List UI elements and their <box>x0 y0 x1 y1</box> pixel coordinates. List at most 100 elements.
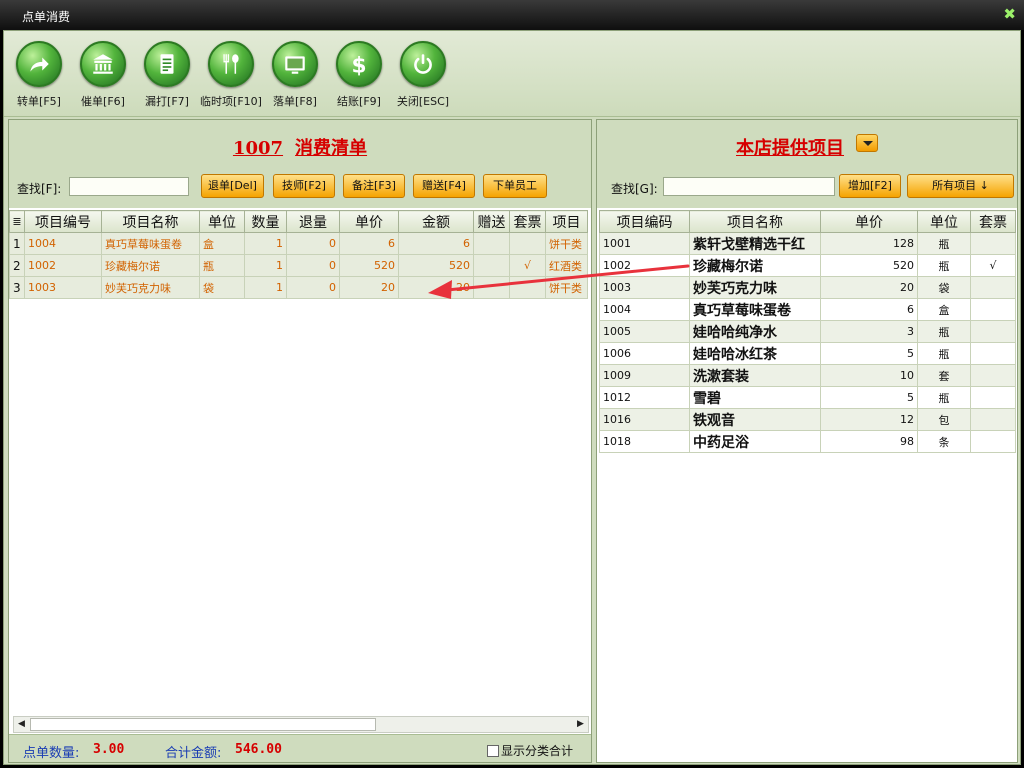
unit-cell: 瓶 <box>917 232 971 255</box>
order-count-value: 3.00 <box>93 742 125 757</box>
order-count-label: 点单数量: <box>23 746 80 761</box>
transfer-order-button[interactable]: 转单[F5] <box>6 41 72 117</box>
table-row[interactable]: 1003 妙芙巧克力味 20 袋 <box>599 276 1016 299</box>
temp-item-label: 临时项[F10] <box>200 95 262 108</box>
ticket-cell <box>970 364 1016 387</box>
consumption-list-title: 1007 消费清单 <box>9 134 591 160</box>
urge-order-button[interactable]: 催单[F6] <box>70 41 136 117</box>
table-row[interactable]: 3 1003 妙芙巧克力味 袋 1 0 20 20 饼干类 <box>9 276 588 299</box>
column-header[interactable]: 单价 <box>339 210 399 233</box>
reprint-label: 漏打[F7] <box>145 95 189 108</box>
technician-button[interactable]: 技师[F2] <box>273 174 335 198</box>
scroll-thumb[interactable] <box>30 718 376 731</box>
unit-cell: 瓶 <box>917 320 971 343</box>
amount-cell: 20 <box>398 276 474 299</box>
left-search-label: 查找[F]: <box>17 182 62 196</box>
return-qty-cell: 0 <box>286 276 340 299</box>
table-row[interactable]: 1 1004 真巧草莓味蛋卷 盒 1 0 6 6 饼干类 <box>9 232 588 255</box>
unit-cell: 盒 <box>199 232 245 255</box>
item-name-cell: 娃哈哈冰红茶 <box>689 342 821 365</box>
ticket-cell <box>509 276 546 299</box>
price-cell: 12 <box>820 408 918 431</box>
checkout-button[interactable]: $ 结账[F9] <box>326 41 392 117</box>
price-cell: 20 <box>820 276 918 299</box>
right-search-input[interactable] <box>663 177 835 196</box>
column-header[interactable]: 套票 <box>509 210 546 233</box>
price-cell: 10 <box>820 364 918 387</box>
table-row[interactable]: 1002 珍藏梅尔诺 520 瓶 √ <box>599 254 1016 277</box>
reprint-button[interactable]: 漏打[F7] <box>134 41 200 117</box>
table-row[interactable]: 2 1002 珍藏梅尔诺 瓶 1 0 520 520 √ 红酒类 <box>9 254 588 277</box>
column-header[interactable]: 项目名称 <box>689 210 821 233</box>
temp-item-button[interactable]: 临时项[F10] <box>198 41 264 117</box>
column-header[interactable]: 套票 <box>970 210 1016 233</box>
remark-button[interactable]: 备注[F3] <box>343 174 405 198</box>
column-header[interactable]: 数量 <box>244 210 287 233</box>
table-row[interactable]: 1012 雪碧 5 瓶 <box>599 386 1016 409</box>
column-header[interactable]: 赠送 <box>473 210 510 233</box>
left-search-input[interactable] <box>69 177 189 196</box>
table-row[interactable]: 1016 铁观音 12 包 <box>599 408 1016 431</box>
place-order-button[interactable]: 落单[F8] <box>262 41 328 117</box>
item-name-cell: 真巧草莓味蛋卷 <box>689 298 821 321</box>
store-items-table-header: 项目编码 项目名称 单价 单位 套票 <box>599 210 1016 233</box>
item-code-cell: 1016 <box>599 408 690 431</box>
price-cell: 6 <box>339 232 399 255</box>
fork-spoon-icon <box>208 41 254 87</box>
price-cell: 20 <box>339 276 399 299</box>
return-qty-cell: 0 <box>286 254 340 277</box>
category-subtotal-label: 显示分类合计 <box>500 744 573 758</box>
item-code-cell: 1009 <box>599 364 690 387</box>
row-selector-header[interactable]: ≣ <box>9 210 25 233</box>
column-header[interactable]: 单位 <box>199 210 245 233</box>
all-items-dropdown[interactable]: 所有项目 ↓ <box>907 174 1014 198</box>
scroll-left-icon[interactable]: ◀ <box>14 717 29 732</box>
table-row[interactable]: 1001 紫轩戈壁精选干红 128 瓶 <box>599 232 1016 255</box>
column-header[interactable]: 项目编码 <box>599 210 690 233</box>
unit-cell: 瓶 <box>917 342 971 365</box>
column-header[interactable]: 金额 <box>398 210 474 233</box>
category-subtotal-checkbox[interactable]: 显示分类合计 <box>486 742 573 759</box>
column-header[interactable]: 单价 <box>820 210 918 233</box>
column-header[interactable]: 单位 <box>917 210 971 233</box>
item-code-cell: 1001 <box>599 232 690 255</box>
gift-button[interactable]: 赠送[F4] <box>413 174 475 198</box>
checkbox-box[interactable] <box>486 745 499 757</box>
table-row[interactable]: 1018 中药足浴 98 条 <box>599 430 1016 453</box>
consumption-table-header: ≣ 项目编号 项目名称 单位 数量 退量 单价 金额 赠送 套票 项目 <box>9 210 588 233</box>
gift-cell <box>473 276 510 299</box>
column-header[interactable]: 项目 <box>545 210 588 233</box>
table-row[interactable]: 1004 真巧草莓味蛋卷 6 盒 <box>599 298 1016 321</box>
qty-cell: 1 <box>244 254 287 277</box>
unit-cell: 瓶 <box>917 386 971 409</box>
dollar-icon: $ <box>336 41 382 87</box>
table-row[interactable]: 1006 娃哈哈冰红茶 5 瓶 <box>599 342 1016 365</box>
scroll-right-icon[interactable]: ▶ <box>573 717 588 732</box>
column-header[interactable]: 退量 <box>286 210 340 233</box>
item-code-cell: 1003 <box>599 276 690 299</box>
horizontal-scrollbar[interactable]: ◀ ▶ <box>13 716 589 733</box>
column-header[interactable]: 项目编号 <box>24 210 102 233</box>
total-amount-label: 合计金额: <box>165 746 222 761</box>
price-cell: 520 <box>820 254 918 277</box>
item-name-cell: 中药足浴 <box>689 430 821 453</box>
ticket-cell <box>970 408 1016 431</box>
price-cell: 520 <box>339 254 399 277</box>
cancel-item-button[interactable]: 退单[Del] <box>201 174 264 198</box>
order-staff-button[interactable]: 下单员工 <box>483 174 547 198</box>
item-name-cell: 珍藏梅尔诺 <box>101 254 200 277</box>
column-header[interactable]: 项目名称 <box>101 210 200 233</box>
chevron-down-icon[interactable] <box>856 134 878 152</box>
close-window-button[interactable]: 关闭[ESC] <box>390 41 456 117</box>
item-name-cell: 妙芙巧克力味 <box>101 276 200 299</box>
table-row[interactable]: 1009 洗漱套装 10 套 <box>599 364 1016 387</box>
table-row[interactable]: 1005 娃哈哈纯净水 3 瓶 <box>599 320 1016 343</box>
place-order-label: 落单[F8] <box>273 95 317 108</box>
main-frame: 转单[F5] 催单[F6] 漏打[F7] 临时项[F10] 落单[F8] $ 结… <box>3 30 1021 765</box>
add-item-button[interactable]: 增加[F2] <box>839 174 901 198</box>
transfer-order-label: 转单[F5] <box>17 95 61 108</box>
ticket-cell <box>970 298 1016 321</box>
unit-cell: 瓶 <box>917 254 971 277</box>
close-icon[interactable]: ✖ <box>1003 5 1016 23</box>
qty-cell: 1 <box>244 232 287 255</box>
